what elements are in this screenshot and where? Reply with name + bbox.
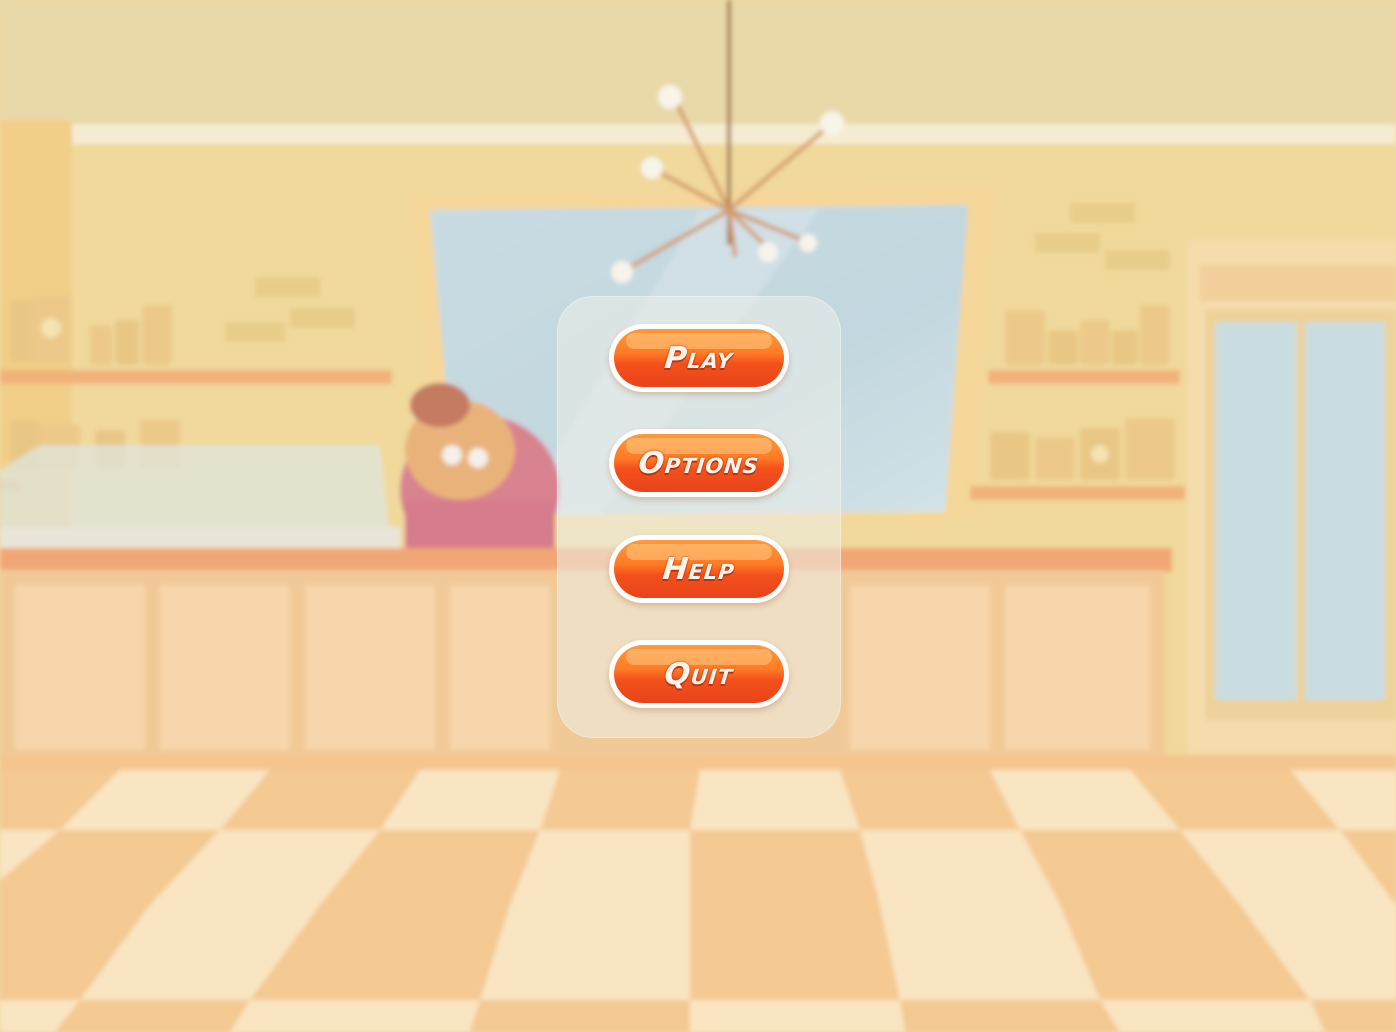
quit-button-label: Quit [662, 656, 736, 692]
help-button-label: Help [661, 551, 737, 587]
help-button[interactable]: Help [609, 535, 789, 603]
play-button[interactable]: Play [609, 324, 789, 392]
main-menu-panel: Play Options Help Quit [557, 296, 841, 738]
play-button-label: Play [662, 340, 736, 376]
options-button[interactable]: Options [609, 429, 789, 497]
game-scene: Play Options Help Quit [0, 0, 1396, 1032]
options-button-label: Options [636, 445, 762, 481]
quit-button[interactable]: Quit [609, 640, 789, 708]
